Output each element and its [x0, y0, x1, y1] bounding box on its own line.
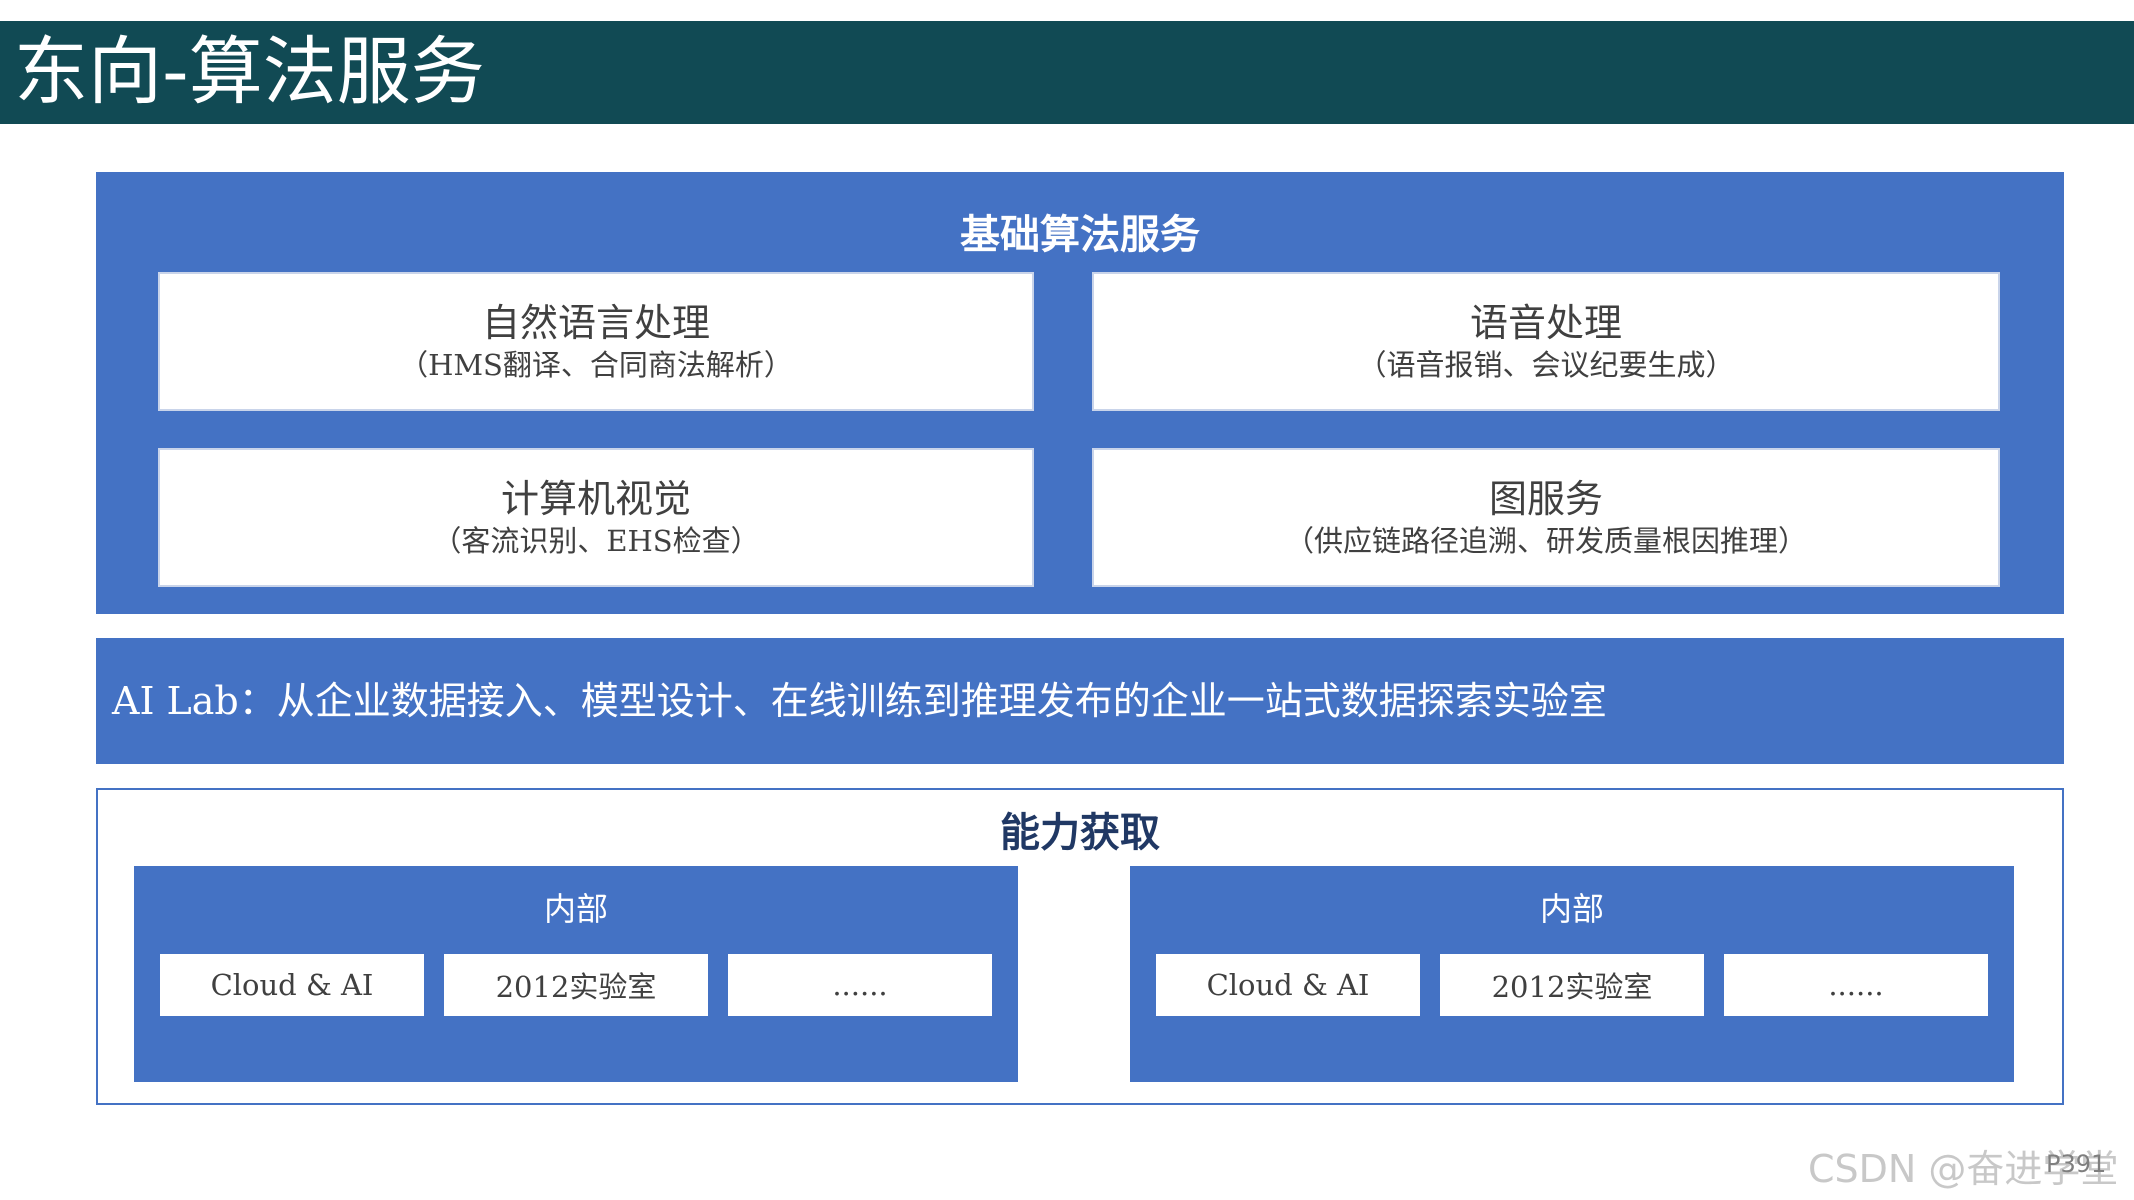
service-card-graph: 图服务 （供应链路径追溯、研发质量根因推理） [1092, 448, 2000, 587]
basic-services-panel: 基础算法服务 自然语言处理 （HMS翻译、合同商法解析） 语音处理 （语音报销、… [96, 172, 2064, 614]
slide-title: 东向-算法服务 [14, 29, 485, 115]
service-card-subtitle: （供应链路径追溯、研发质量根因推理） [1284, 523, 1807, 558]
service-card-title: 计算机视觉 [500, 476, 691, 521]
chip-2012-lab: 2012实验室 [444, 954, 708, 1016]
group-label: 内部 [1539, 890, 1604, 928]
chip-2012-lab: 2012实验室 [1440, 954, 1704, 1016]
service-card-speech: 语音处理 （语音报销、会议纪要生成） [1092, 272, 2000, 411]
service-card-subtitle: （客流识别、EHS检查） [432, 523, 760, 558]
service-card-cv: 计算机视觉 （客流识别、EHS检查） [158, 448, 1034, 587]
basic-services-title: 基础算法服务 [960, 212, 1200, 258]
service-card-subtitle: （语音报销、会议纪要生成） [1357, 347, 1735, 382]
chip-more: ...... [1724, 954, 1988, 1016]
service-card-subtitle: （HMS翻译、合同商法解析） [399, 347, 793, 382]
service-card-nlp: 自然语言处理 （HMS翻译、合同商法解析） [158, 272, 1034, 411]
capability-group-left: 内部 Cloud & AI 2012实验室 ...... [134, 866, 1018, 1082]
chip-cloud-ai: Cloud & AI [1156, 954, 1420, 1016]
chip-cloud-ai: Cloud & AI [160, 954, 424, 1016]
service-card-title: 图服务 [1488, 476, 1603, 521]
service-card-title: 语音处理 [1469, 300, 1622, 345]
capability-group-right: 内部 Cloud & AI 2012实验室 ...... [1130, 866, 2014, 1082]
title-bar: 东向-算法服务 [0, 21, 2134, 124]
page-number: P391 [2046, 1150, 2107, 1178]
ai-lab-text: AI Lab：从企业数据接入、模型设计、在线训练到推理发布的企业一站式数据探索实… [112, 679, 1607, 723]
ai-lab-banner: AI Lab：从企业数据接入、模型设计、在线训练到推理发布的企业一站式数据探索实… [96, 638, 2064, 764]
slide: 东向-算法服务 基础算法服务 自然语言处理 （HMS翻译、合同商法解析） 语音处… [0, 0, 2134, 1200]
capability-panel: 能力获取 内部 Cloud & AI 2012实验室 ...... 内部 Clo… [96, 788, 2064, 1105]
service-card-title: 自然语言处理 [481, 300, 710, 345]
capability-title: 能力获取 [1000, 810, 1160, 856]
group-label: 内部 [543, 890, 608, 928]
chip-more: ...... [728, 954, 992, 1016]
